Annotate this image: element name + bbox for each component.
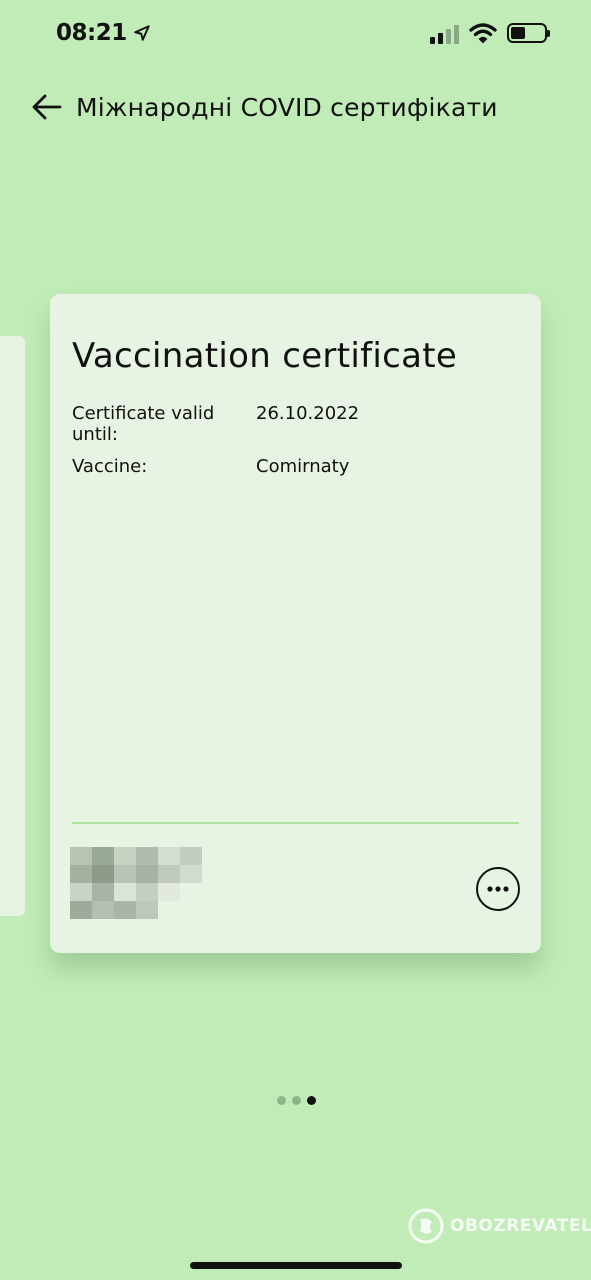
watermark: OBOZREVATEL (408, 1208, 591, 1244)
certificate-card[interactable]: Vaccination certificate Certificate vali… (50, 294, 541, 953)
status-time-text: 08:21 (56, 20, 127, 46)
watermark-text: OBOZREVATEL (450, 1216, 591, 1236)
more-horizontal-icon (487, 886, 509, 892)
cellular-signal-icon (430, 22, 459, 44)
header: Міжнародні COVID сертифікати (30, 90, 498, 124)
pixelated-holder-name (70, 847, 204, 921)
more-options-button[interactable] (476, 867, 520, 911)
valid-until-label: Certificate valid until: (72, 403, 215, 445)
divider (72, 822, 519, 824)
pager-dot[interactable] (307, 1096, 316, 1105)
valid-until-row: Certificate valid until: 26.10.2022 (72, 403, 512, 447)
certificate-title: Vaccination certificate (72, 336, 458, 376)
vaccine-label: Vaccine: (72, 456, 148, 477)
valid-until-value: 26.10.2022 (256, 403, 360, 424)
status-time: 08:21 (56, 20, 151, 46)
watermark-logo-icon (408, 1208, 444, 1244)
vaccine-value: Comirnaty (256, 456, 350, 477)
pager-dot[interactable] (277, 1096, 286, 1105)
previous-certificate-card[interactable] (0, 336, 25, 916)
wifi-icon (469, 23, 497, 44)
pager-dot[interactable] (292, 1096, 301, 1105)
battery-icon (507, 23, 550, 43)
location-arrow-icon (133, 25, 150, 41)
status-indicators (430, 22, 550, 44)
screen: 08:21 Міжнародні COVID сертифікати Vacci… (0, 0, 591, 1280)
back-button[interactable] (30, 90, 64, 124)
home-indicator[interactable] (190, 1262, 402, 1269)
page-title: Міжнародні COVID сертифікати (76, 92, 498, 122)
battery-level (511, 27, 526, 39)
pager-dots[interactable] (277, 1096, 316, 1105)
vaccine-row: Vaccine: Comirnaty (72, 456, 512, 478)
arrow-left-icon (32, 94, 62, 120)
